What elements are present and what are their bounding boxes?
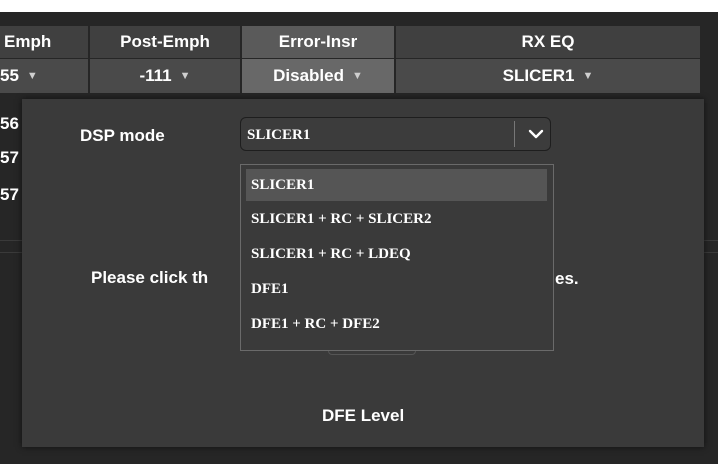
caret-down-icon: ▼ [26, 70, 38, 82]
dsp-option-dfe1[interactable]: DFE1 [246, 273, 547, 305]
left-value: 56 [0, 114, 19, 133]
column-header-label: RX EQ [521, 32, 575, 51]
option-label: SLICER1 + RC + LDEQ [251, 245, 411, 262]
post-emph-value: -111 [139, 66, 172, 85]
column-header-post-emph[interactable]: Post-Emph [90, 26, 240, 58]
dsp-mode-options-list: SLICER1 SLICER1 + RC + SLICER2 SLICER1 +… [240, 164, 554, 351]
top-strip [0, 0, 718, 12]
dsp-option-slicer1-rc-ldeq[interactable]: SLICER1 + RC + LDEQ [246, 238, 547, 270]
dsp-option-slicer1[interactable]: SLICER1 [246, 169, 547, 201]
post-emph-dropdown[interactable]: -111 ▼ [90, 59, 240, 93]
emph-value: 55 [0, 66, 19, 85]
option-label: SLICER1 + RC + SLICER2 [251, 210, 432, 227]
left-value: 57 [0, 148, 19, 167]
rx-eq-value: SLICER1 [502, 66, 575, 85]
column-header-label: Post-Emph [120, 32, 210, 51]
column-header-error-insr[interactable]: Error-Insr [242, 26, 394, 58]
error-insr-dropdown[interactable]: Disabled ▼ [242, 59, 394, 93]
option-label: DFE1 [251, 280, 289, 297]
caret-down-icon: ▼ [582, 70, 594, 82]
option-label: SLICER1 [251, 176, 315, 193]
caret-down-icon: ▼ [179, 70, 191, 82]
chevron-down-icon [528, 129, 544, 139]
column-header-label: Emph [4, 32, 52, 51]
rx-eq-dropdown[interactable]: SLICER1 ▼ [396, 59, 700, 93]
select-separator [514, 121, 515, 147]
option-label: DFE1 + RC + DFE2 [251, 315, 380, 332]
dsp-mode-value: SLICER1 [247, 127, 311, 143]
column-header-label: Error-Insr [278, 32, 358, 51]
emph-dropdown[interactable]: 55 ▼ [0, 59, 88, 93]
dsp-mode-label: DSP mode [80, 126, 165, 145]
dsp-mode-select[interactable]: SLICER1 [240, 117, 551, 151]
left-value: 57 [0, 185, 19, 204]
column-header-emph[interactable]: Emph [0, 26, 88, 58]
caret-down-icon: ▼ [351, 70, 363, 82]
instruction-text-right: es. [555, 269, 579, 288]
dsp-option-dfe1-rc-dfe2[interactable]: DFE1 + RC + DFE2 [246, 308, 547, 340]
instruction-text-left: Please click th [91, 268, 209, 287]
dsp-option-slicer1-rc-slicer2[interactable]: SLICER1 + RC + SLICER2 [246, 203, 547, 235]
error-insr-value: Disabled [273, 66, 344, 85]
column-header-rx-eq[interactable]: RX EQ [396, 26, 700, 58]
dfe-level-label: DFE Level [322, 406, 405, 425]
